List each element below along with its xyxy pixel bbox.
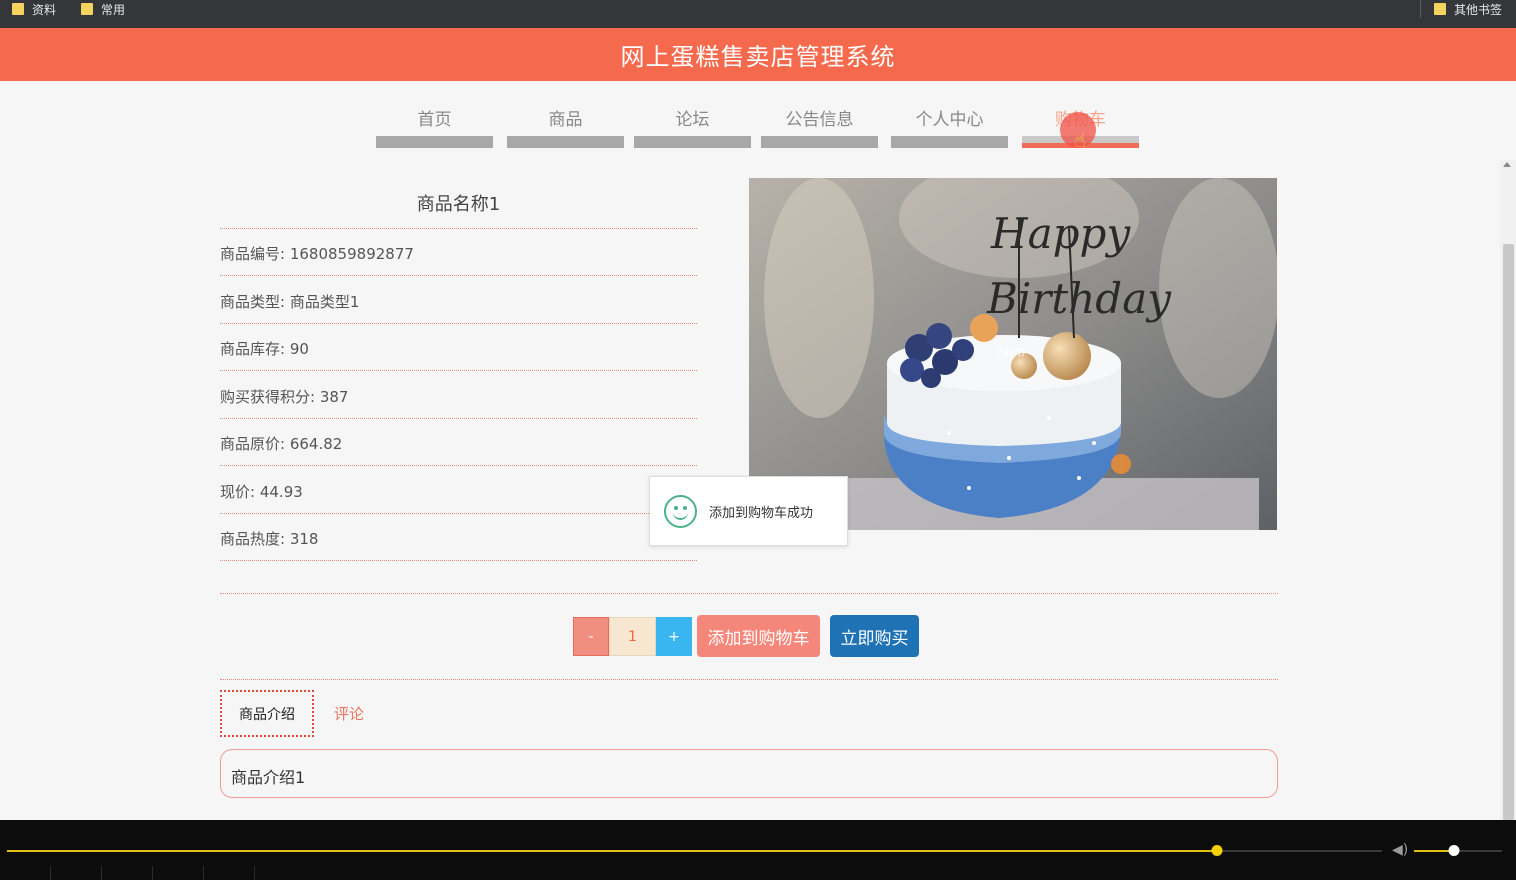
player-divider (50, 866, 51, 880)
detail-popularity: 商品热度: 318 (220, 530, 319, 548)
folder-icon (1434, 3, 1446, 15)
bookmark-label: 其他书签 (1454, 2, 1503, 17)
svg-text:Birthday: Birthday (986, 274, 1172, 323)
bookmark-item-changyong[interactable]: 常用 (81, 0, 125, 18)
detail-label: 购买获得积分 (220, 388, 311, 406)
nav-item-products[interactable]: 商品 (507, 96, 624, 148)
scroll-up-arrow-icon[interactable] (1503, 162, 1511, 167)
bookmark-item-ziliao[interactable]: 资料 (12, 0, 56, 18)
buy-now-button[interactable]: 立即购买 (830, 615, 919, 657)
watermark: 小红书 (995, 346, 1025, 359)
volume-slider[interactable] (1414, 845, 1502, 856)
volume-icon[interactable]: ◀) (1392, 842, 1408, 858)
quantity-input[interactable]: 1 (609, 617, 656, 656)
volume-knob[interactable] (1448, 845, 1460, 856)
nav-underline (891, 136, 1008, 148)
nav-item-personal-center[interactable]: 个人中心 (891, 96, 1008, 148)
bookmark-label: 常用 (101, 2, 126, 17)
product-name: 商品名称1 (416, 194, 501, 215)
nav-label: 商品 (548, 110, 583, 130)
quantity-increase-button[interactable]: + (656, 617, 692, 656)
success-toast: 添加到购物车成功 (649, 476, 848, 546)
detail-value: 387 (319, 388, 349, 406)
detail-divider (220, 275, 697, 276)
detail-value: 664.82 (289, 435, 343, 453)
detail-value: 44.93 (259, 483, 303, 501)
detail-label: 商品编号 (220, 245, 281, 263)
detail-divider (220, 323, 697, 324)
nav-underline (376, 136, 493, 148)
svg-text:Happy: Happy (990, 209, 1131, 258)
site-header: 网上蛋糕售卖店管理系统 (0, 28, 1516, 81)
hand-cursor-icon: ☝ (1074, 128, 1087, 152)
product-intro-content: 商品介绍1 (220, 749, 1278, 798)
smile-icon (664, 494, 697, 528)
detail-value: 318 (289, 530, 319, 548)
detail-points: 购买获得积分: 387 (220, 388, 349, 406)
bookmarks-bar: 资料 常用 其他书签 (0, 0, 1516, 28)
tab-product-intro[interactable]: 商品介绍 (220, 690, 314, 737)
detail-original-price: 商品原价: 664.82 (220, 435, 343, 453)
nav-underline (761, 136, 878, 148)
player-divider (254, 866, 255, 880)
folder-icon (81, 3, 93, 15)
section-divider (220, 593, 1278, 594)
video-player-bar: ◀) (0, 820, 1516, 880)
detail-divider (220, 418, 697, 419)
detail-label: 商品热度 (220, 530, 281, 548)
detail-label: 商品类型 (220, 293, 281, 311)
detail-product-type: 商品类型: 商品类型1 (220, 293, 360, 311)
nav-label: 首页 (417, 110, 452, 130)
playback-progress-fill (7, 850, 1217, 852)
bookmark-other[interactable]: 其他书签 (1434, 0, 1502, 18)
nav-label: 个人中心 (915, 110, 984, 130)
scrollbar-thumb[interactable] (1503, 244, 1514, 820)
tab-comments[interactable]: 评论 (334, 703, 364, 724)
nav-item-forum[interactable]: 论坛 (634, 96, 751, 148)
player-divider (101, 866, 102, 880)
detail-value: 商品类型1 (289, 293, 360, 311)
playback-progress-knob[interactable] (1211, 845, 1223, 856)
nav-label: 论坛 (675, 110, 710, 130)
site-title: 网上蛋糕售卖店管理系统 (620, 43, 896, 71)
quantity-decrease-button[interactable]: - (573, 617, 609, 656)
detail-label: 商品库存 (220, 340, 281, 358)
playback-progress-bar[interactable] (7, 845, 1382, 856)
add-to-cart-button[interactable]: 添加到购物车 (697, 615, 820, 657)
detail-label: 现价 (220, 483, 251, 501)
detail-value: 90 (289, 340, 309, 358)
nav-underline (634, 136, 751, 148)
bookmark-label: 资料 (32, 2, 57, 17)
folder-icon (12, 3, 24, 15)
nav-underline (507, 136, 624, 148)
nav-label: 公告信息 (785, 110, 854, 130)
detail-divider (220, 465, 697, 466)
nav-item-home[interactable]: 首页 (376, 96, 493, 148)
detail-divider (220, 560, 697, 561)
nav-item-announcements[interactable]: 公告信息 (761, 96, 878, 148)
detail-stock: 商品库存: 90 (220, 340, 309, 358)
detail-value: 1680859892877 (289, 245, 414, 263)
detail-label: 商品原价 (220, 435, 281, 453)
bookmark-separator (1420, 0, 1421, 18)
player-divider (203, 866, 204, 880)
detail-divider (220, 370, 697, 371)
detail-divider (220, 513, 697, 514)
detail-product-id: 商品编号: 1680859892877 (220, 245, 414, 263)
detail-divider (220, 228, 697, 229)
detail-current-price: 现价: 44.93 (220, 483, 303, 501)
section-divider (220, 679, 1278, 680)
player-divider (152, 866, 153, 880)
toast-message: 添加到购物车成功 (709, 505, 814, 521)
